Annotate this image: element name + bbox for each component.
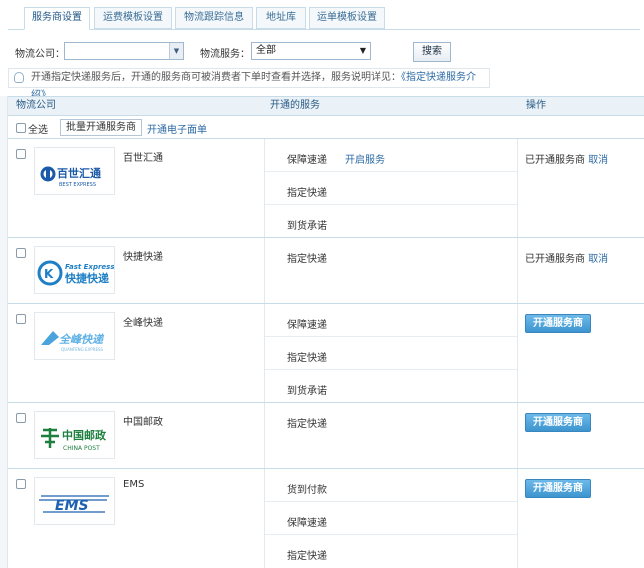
open-carrier-button[interactable]: 开通服务商 — [525, 479, 591, 498]
logo-subtitle: BEST EXPRESS — [59, 182, 96, 188]
carrier-row-quanfeng: 全峰快递 QUANFENG EXPRESS 全峰快递 保障速递 指定快递 到货承… — [8, 304, 644, 403]
service-name: 到货承诺 — [287, 386, 327, 397]
china-post-logo: 中国邮政 CHINA POST — [34, 411, 115, 459]
quanfeng-express-logo: 全峰快递 QUANFENG EXPRESS — [34, 312, 115, 360]
logo-subtitle: QUANFENG EXPRESS — [61, 347, 104, 352]
left-gutter — [0, 96, 8, 568]
service-row: 保障速递 开启服务 — [265, 139, 517, 172]
carrier-services: 保障速递 开启服务 指定快递 到货承诺 — [264, 139, 518, 237]
service-row: 指定快递 — [265, 535, 517, 568]
carrier-name: 快捷快递 — [123, 252, 163, 263]
enable-service-link[interactable]: 开启服务 — [345, 151, 385, 166]
service-label: 物流服务： — [200, 49, 250, 60]
service-name: 指定快递 — [287, 188, 327, 199]
carrier-services: 货到付款 保障速递 指定快递 — [264, 469, 518, 568]
carrier-services: 保障速递 指定快递 到货承诺 — [264, 304, 518, 402]
service-row: 到货承诺 — [265, 370, 517, 403]
service-name: 到货承诺 — [287, 221, 327, 232]
carrier-services: 指定快递 — [264, 238, 518, 303]
service-name: 指定快递 — [287, 353, 327, 364]
tab-freight-template[interactable]: 运费模板设置 — [94, 7, 172, 29]
logo-subtitle: CHINA POST — [63, 445, 100, 452]
carrier-row-best: 百世汇通 BEST EXPRESS 百世汇通 保障速递 开启服务 指定快递 到货… — [8, 139, 644, 238]
service-name: 指定快递 — [287, 551, 327, 562]
carrier-services: 指定快递 — [264, 403, 518, 468]
service-row: 指定快递 — [265, 337, 517, 370]
tab-carrier-settings[interactable]: 服务商设置 — [24, 7, 90, 30]
logo-title: 快捷快递 — [64, 271, 109, 285]
bulk-open-carriers-button[interactable]: 批量开通服务商 — [60, 119, 142, 136]
service-row: 指定快递 — [265, 403, 517, 436]
company-label: 物流公司： — [15, 49, 65, 60]
select-all-checkbox[interactable] — [16, 123, 26, 133]
open-carrier-button[interactable]: 开通服务商 — [525, 314, 591, 333]
logo-subtitle: Fast Express — [65, 263, 115, 271]
header-services: 开通的服务 — [270, 100, 320, 111]
status-text: 已开通服务商 — [525, 155, 585, 166]
carrier-row-fast: K Fast Express 快捷快递 快捷快递 指定快递 已开通服务商 取消 — [8, 238, 644, 304]
tab-tracking-info[interactable]: 物流跟踪信息 — [175, 7, 253, 29]
select-all-label: 全选 — [28, 125, 48, 136]
header-actions: 操作 — [526, 100, 546, 111]
tab-bar: 服务商设置 运费模板设置 物流跟踪信息 地址库 运单模板设置 — [8, 4, 640, 30]
carrier-status: 已开通服务商 取消 — [525, 151, 608, 166]
carrier-name: 中国邮政 — [123, 417, 163, 428]
search-button[interactable]: 搜索 — [413, 42, 451, 62]
service-row: 指定快递 — [265, 238, 517, 271]
service-name: 保障速递 — [287, 518, 327, 529]
fast-express-logo: K Fast Express 快捷快递 — [34, 246, 115, 294]
carrier-status: 已开通服务商 取消 — [525, 250, 608, 265]
tab-waybill-template[interactable]: 运单模板设置 — [309, 7, 385, 29]
service-row: 保障速递 — [265, 304, 517, 337]
open-e-waybill-link[interactable]: 开通电子面单 — [147, 121, 207, 136]
tab-address-book[interactable]: 地址库 — [256, 7, 306, 29]
service-select[interactable]: 全部 ▼ — [251, 42, 371, 60]
service-name: 指定快递 — [287, 419, 327, 430]
carrier-name: 百世汇通 — [123, 153, 163, 164]
status-text: 已开通服务商 — [525, 254, 585, 265]
company-select[interactable]: ▼ — [64, 42, 184, 60]
service-row: 到货承诺 — [265, 205, 517, 238]
service-name: 货到付款 — [287, 485, 327, 496]
bulk-action-bar: 全选 批量开通服务商 开通电子面单 — [8, 117, 644, 139]
logo-title: 百世汇通 — [57, 166, 101, 180]
filter-bar: 物流公司： ▼ 物流服务： 全部 ▼ — [0, 40, 644, 64]
cancel-link[interactable]: 取消 — [588, 155, 608, 166]
logo-title: 中国邮政 — [62, 428, 107, 442]
carrier-checkbox[interactable] — [16, 413, 26, 423]
open-carrier-button[interactable]: 开通服务商 — [525, 413, 591, 432]
service-row: 货到付款 — [265, 469, 517, 502]
carrier-checkbox[interactable] — [16, 149, 26, 159]
header-company: 物流公司 — [16, 100, 56, 111]
lightbulb-icon — [14, 72, 24, 83]
service-name: 指定快递 — [287, 254, 327, 265]
service-name: 保障速递 — [287, 320, 327, 331]
chevron-down-icon[interactable]: ▼ — [360, 43, 366, 59]
logo-title: EMS — [55, 498, 89, 514]
service-name: 保障速递 — [287, 155, 327, 166]
logo-title: 全峰快递 — [59, 333, 105, 346]
service-notice: 开通指定快递服务后，开通的服务商可被消费者下单时查看并选择，服务说明详见：《指定… — [8, 68, 490, 101]
chevron-down-icon[interactable]: ▼ — [169, 43, 183, 59]
service-row: 指定快递 — [265, 172, 517, 205]
carrier-name: EMS — [123, 479, 145, 490]
ems-logo: EMS — [34, 477, 115, 525]
best-express-logo: 百世汇通 BEST EXPRESS — [34, 147, 115, 195]
svg-text:K: K — [44, 267, 54, 281]
table-header: 物流公司 开通的服务 操作 — [8, 96, 644, 116]
carrier-name: 全峰快递 — [123, 318, 163, 329]
carrier-checkbox[interactable] — [16, 248, 26, 258]
cancel-link[interactable]: 取消 — [588, 254, 608, 265]
service-select-value: 全部 — [256, 45, 276, 56]
notice-text: 开通指定快递服务后，开通的服务商可被消费者下单时查看并选择，服务说明详见： — [31, 72, 401, 83]
carrier-checkbox[interactable] — [16, 314, 26, 324]
carrier-checkbox[interactable] — [16, 479, 26, 489]
carrier-row-chinapost: 中国邮政 CHINA POST 中国邮政 指定快递 开通服务商 — [8, 403, 644, 469]
carrier-row-ems: EMS EMS 货到付款 保障速递 指定快递 开通服务商 — [8, 469, 644, 568]
service-row: 保障速递 — [265, 502, 517, 535]
